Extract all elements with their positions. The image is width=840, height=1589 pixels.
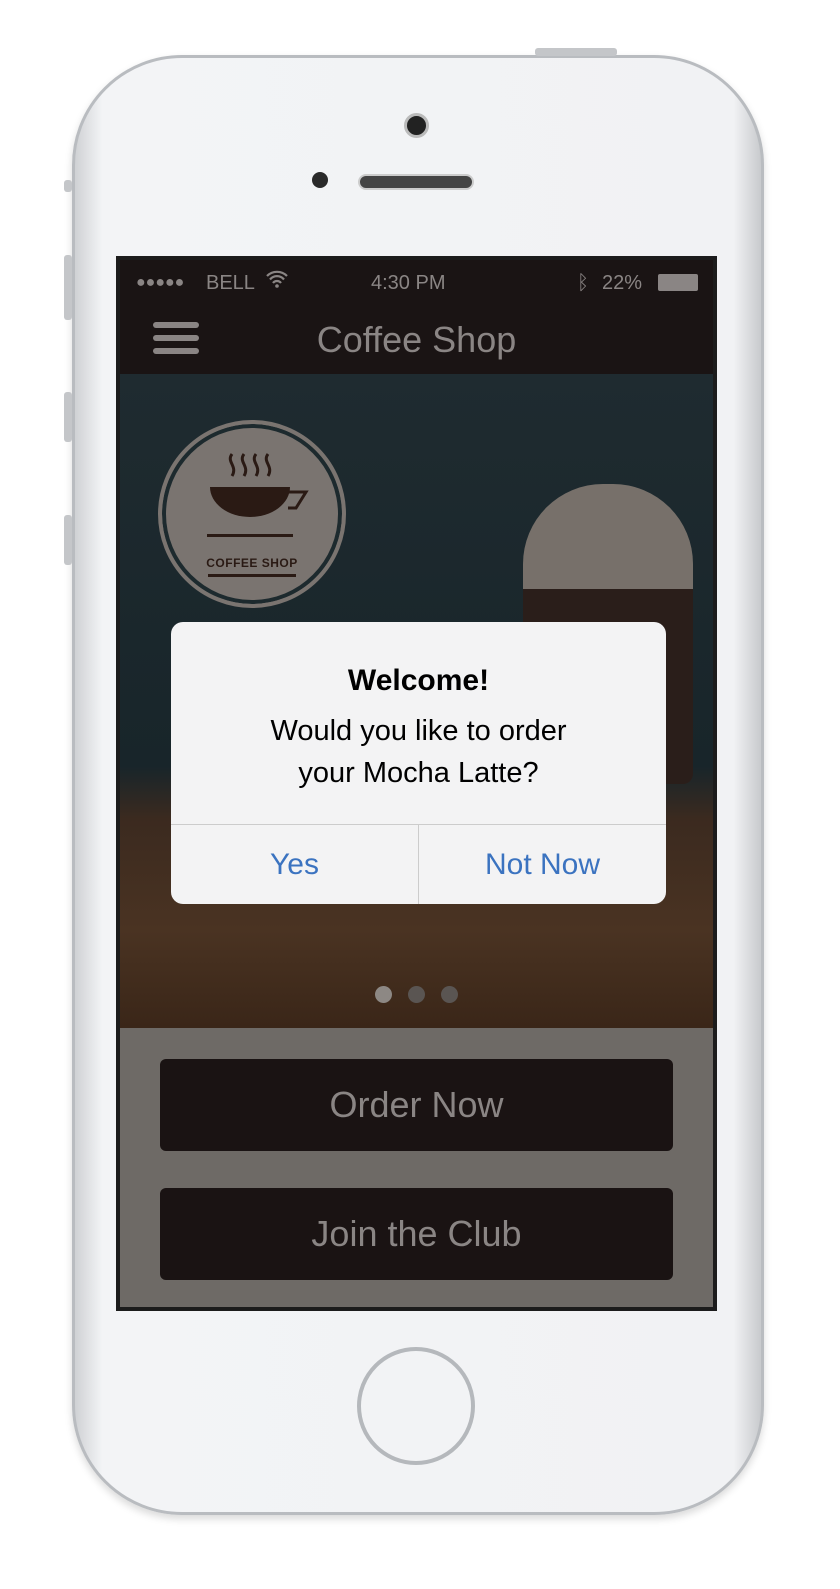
wifi-icon: [266, 270, 288, 294]
coffee-shop-logo: COFFEE SHOP: [158, 420, 346, 608]
alert-title: Welcome!: [347, 664, 490, 697]
camera-icon: [404, 113, 429, 138]
carrier: BELL: [206, 272, 255, 294]
volume-down-button: [64, 392, 72, 442]
bluetooth-icon: ᛒ: [577, 272, 589, 294]
page-indicator[interactable]: [120, 986, 713, 1008]
welcome-alert: Welcome! Would you like to order your Mo…: [171, 622, 666, 904]
speaker: [358, 174, 474, 190]
page-dot[interactable]: [408, 986, 425, 1003]
yes-button[interactable]: Yes: [171, 825, 419, 904]
page-dot[interactable]: [375, 986, 392, 1003]
page-title: Coffee Shop: [316, 319, 517, 360]
sensor: [312, 172, 328, 188]
clock: 4:30 PM: [371, 272, 446, 294]
coffee-cup-icon: [207, 453, 309, 537]
join-club-button[interactable]: Join the Club: [160, 1188, 673, 1280]
not-now-button[interactable]: Not Now: [419, 825, 666, 904]
home-button[interactable]: [357, 1347, 475, 1465]
page-dot[interactable]: [441, 986, 458, 1003]
order-now-button[interactable]: Order Now: [160, 1059, 673, 1151]
power-button: [535, 48, 617, 56]
nav-bar: Coffee Shop: [120, 302, 713, 374]
status-bar: ●●●●● BELL 4:30 PM ᛒ 22%: [120, 260, 713, 304]
alert-message: Would you like to order your Mocha Latte…: [270, 715, 567, 789]
battery-percent: 22%: [602, 272, 643, 294]
volume-up-button: [64, 255, 72, 320]
side-button: [64, 515, 72, 565]
signal-icon: ●●●●●: [136, 274, 185, 291]
logo-text: COFFEE SHOP: [206, 556, 298, 570]
action-area: Order Now Join the Club: [120, 1028, 713, 1307]
mute-switch: [64, 180, 72, 192]
battery-icon: [658, 274, 698, 291]
